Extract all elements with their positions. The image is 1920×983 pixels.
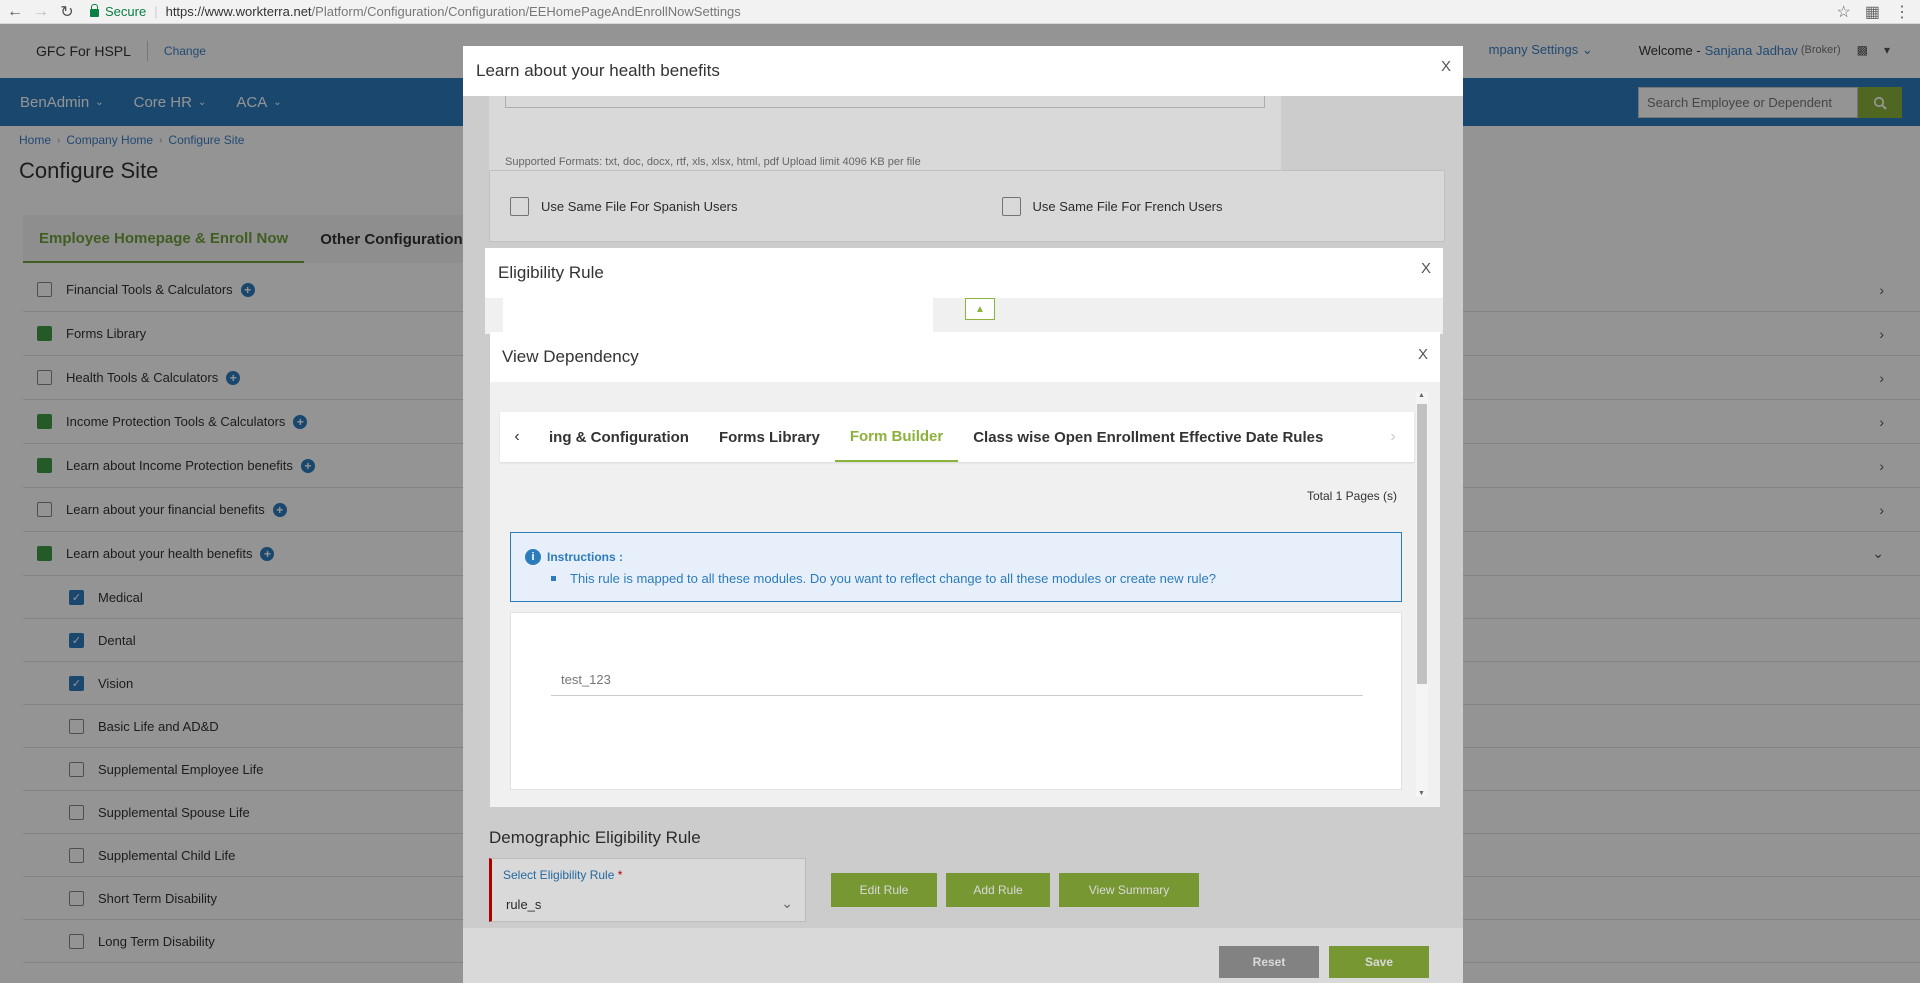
chevron-left-icon[interactable]: ‹	[500, 428, 534, 446]
secure-label: Secure	[105, 4, 147, 19]
instructions-box: i Instructions : This rule is mapped to …	[510, 532, 1402, 602]
eligibility-rule-body: ▲	[485, 298, 1443, 334]
extension-icon[interactable]: ▦	[1865, 2, 1880, 22]
browser-actions: ☆ ▦ ⋮	[1837, 2, 1910, 22]
secure-indicator[interactable]: Secure	[90, 3, 147, 19]
reload-icon[interactable]: ↻	[56, 2, 78, 22]
dependency-tabs: ‹ ing & Configuration Forms Library Form…	[500, 412, 1414, 462]
tab-forms-library[interactable]: Forms Library	[704, 412, 835, 462]
menu-icon[interactable]: ⋮	[1894, 2, 1910, 22]
close-icon[interactable]: X	[1421, 260, 1431, 277]
info-icon: i	[525, 549, 541, 565]
modal-title: View Dependency	[502, 347, 639, 366]
star-icon[interactable]: ☆	[1837, 2, 1851, 22]
address-bar[interactable]: https://www.workterra.net/Platform/Confi…	[166, 4, 741, 19]
tab-form-builder[interactable]: Form Builder	[834, 412, 959, 462]
scroll-down-icon[interactable]: ▼	[1418, 790, 1425, 797]
url-path: /Platform/Configuration/Configuration/EE…	[311, 4, 741, 19]
browser-toolbar: ← → ↻ Secure | https://www.workterra.net…	[0, 0, 1920, 24]
view-dependency-body: ‹ ing & Configuration Forms Library Form…	[490, 382, 1440, 807]
scrollbar[interactable]: ▲ ▼	[1416, 392, 1428, 797]
scrollbar-thumb[interactable]	[1417, 404, 1427, 684]
scroll-up-icon[interactable]: ▲	[1418, 392, 1425, 399]
total-pages: Total 1 Pages (s)	[1306, 489, 1397, 503]
eligibility-rule-modal-header: Eligibility Rule X	[485, 248, 1443, 298]
eligibility-rule-panel	[503, 298, 933, 334]
modal-title: Eligibility Rule	[498, 263, 604, 282]
bullet-icon	[551, 576, 556, 581]
instructions-text: This rule is mapped to all these modules…	[570, 571, 1217, 586]
modal-title: Learn about your health benefits	[476, 61, 720, 80]
lock-icon	[90, 3, 99, 17]
instructions-item: This rule is mapped to all these modules…	[551, 571, 1216, 586]
back-icon[interactable]: ←	[4, 3, 26, 21]
instructions-title-text: Instructions :	[547, 550, 624, 564]
instructions-title: i Instructions :	[525, 549, 623, 565]
view-dependency-modal: View Dependency X ‹ ing & Configuration …	[490, 332, 1440, 807]
rule-name-field[interactable]: test_123	[551, 664, 1363, 696]
chevron-right-icon[interactable]: ›	[1376, 428, 1410, 446]
tab-class-wise-oe-rules[interactable]: Class wise Open Enrollment Effective Dat…	[958, 412, 1338, 462]
view-dependency-header: View Dependency X	[490, 332, 1440, 382]
close-icon[interactable]: X	[1441, 58, 1451, 75]
url-host: https://www.workterra.net	[165, 4, 312, 19]
tab-configuration[interactable]: ing & Configuration	[534, 412, 704, 462]
close-icon[interactable]: X	[1418, 346, 1428, 363]
dependency-rule-card: test_123	[510, 612, 1402, 790]
url-divider: |	[154, 4, 158, 19]
health-benefits-modal-header: Learn about your health benefits X	[463, 46, 1463, 96]
move-up-icon[interactable]: ▲	[965, 298, 995, 320]
forward-icon[interactable]: →	[30, 3, 52, 21]
